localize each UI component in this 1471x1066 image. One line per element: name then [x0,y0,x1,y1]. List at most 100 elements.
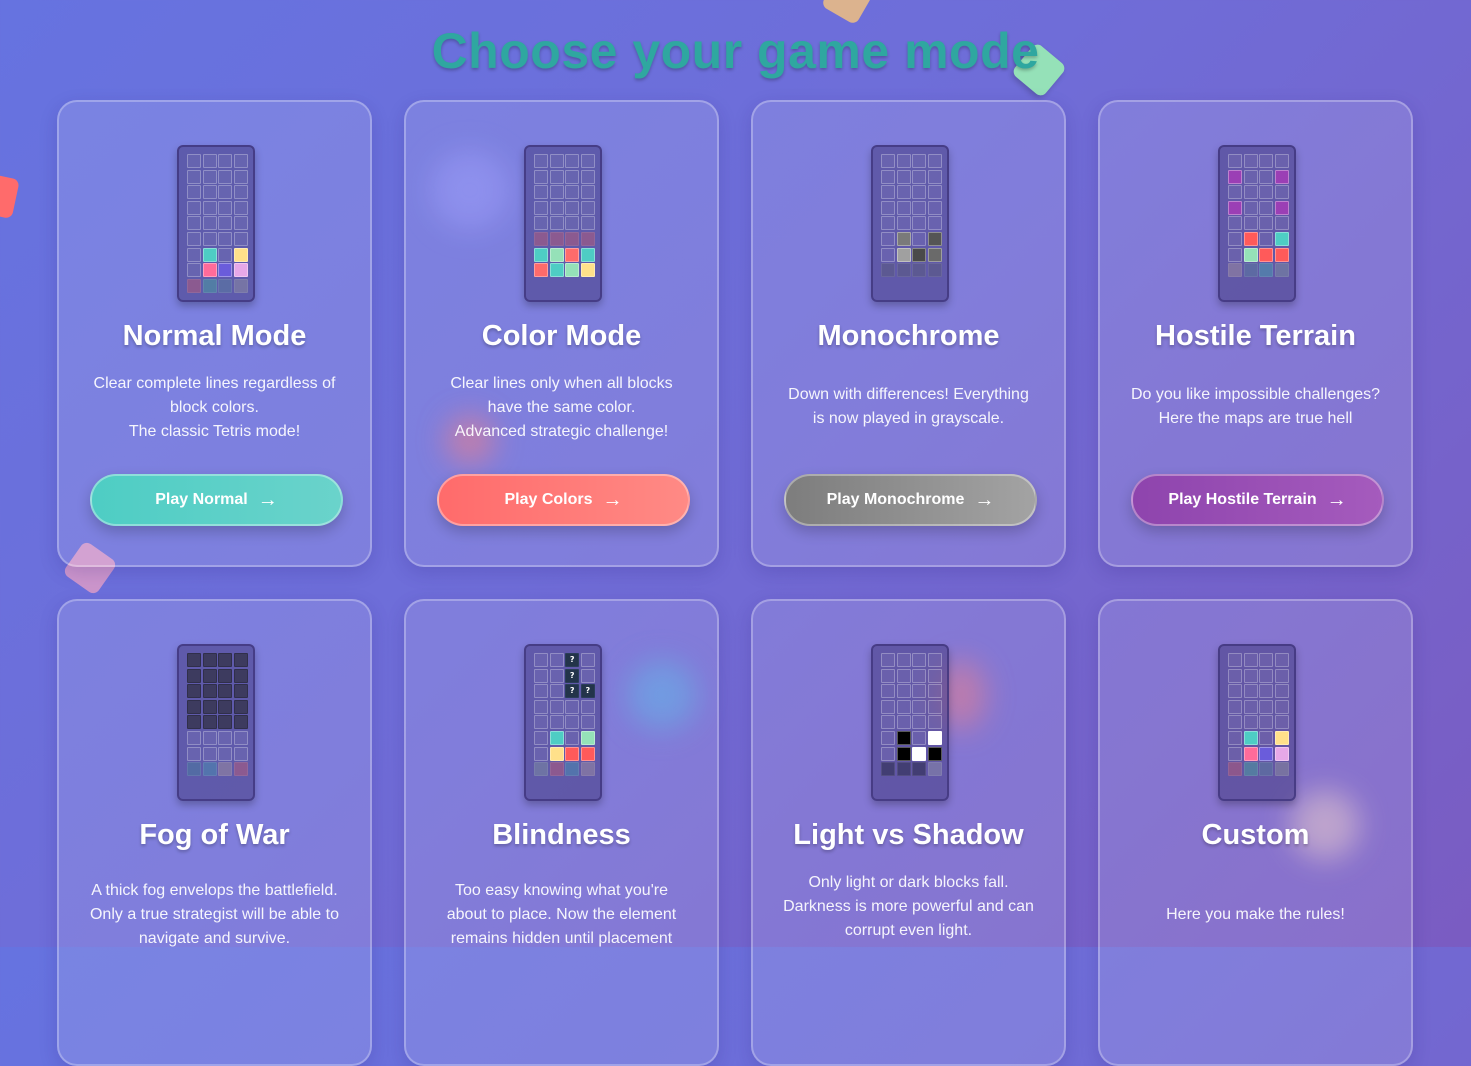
card-description-line: is now played in grayscale. [812,410,1005,427]
board-cell: ? [580,684,595,699]
card-description: Do you like impossible challenges? Here t… [1120,383,1391,431]
board-cell [927,684,942,699]
board-cell [912,715,927,730]
board-cell [912,730,927,745]
card-description-line: Darkness is more powerful and can [783,898,1034,915]
board-cell [896,154,911,168]
board-cell [565,247,580,262]
board-cell [233,762,248,777]
board-cell [534,746,548,761]
board-cell: ? [565,668,580,683]
board-cell [202,185,217,200]
arrow-right-icon: → [1326,489,1347,511]
card-description-line: navigate and survive. [138,930,291,947]
mode-card-light-vs-shadow[interactable]: Light vs Shadow Only light or dark blocks… [751,599,1066,1066]
board-cell [881,263,895,278]
board-cell [1243,169,1258,184]
card-description-line: The classic Tetris mode! [128,423,301,440]
board-cell [1274,154,1289,168]
mode-card-custom[interactable]: Custom Here you make the rules! [1098,599,1413,1066]
board-cell [202,231,217,246]
mode-card-hostile-terrain[interactable]: Hostile Terrain Do you like impossible ch… [1098,100,1413,567]
board-preview [524,145,602,302]
board-cell [1243,699,1258,714]
card-description: A thick fog envelops the battlefield. Onl… [79,879,350,951]
board-cell [549,746,564,761]
board-cell [1243,216,1258,231]
board-preview [871,644,949,801]
board-cell [534,684,548,699]
board-cell [1228,746,1242,761]
card-description: Here you make the rules! [1120,903,1391,927]
board-cell [1274,200,1289,215]
mode-card-blindness[interactable]: ???? Blindness Too easy knowing what you'r… [404,599,719,1066]
board-cell [927,263,942,278]
board-cell [1243,653,1258,667]
mode-card-colors[interactable]: Color Mode Clear lines only when all bloc… [404,100,719,567]
board-cell [1228,154,1242,168]
card-title: Monochrome [817,320,1000,352]
board-cell [1243,668,1258,683]
board-cell [549,715,564,730]
card-description-line: Here you make the rules! [1166,906,1345,923]
board-cell [1228,668,1242,683]
board-cell [233,746,248,761]
board-cell [187,668,201,683]
board-cell [580,746,595,761]
mode-card-normal[interactable]: Normal Mode Clear complete lines regardle… [57,100,372,567]
board-cell [896,699,911,714]
board-cell [202,715,217,730]
board-cell [565,169,580,184]
board-cell [187,169,201,184]
board-cell [233,231,248,246]
board-preview [1218,145,1296,302]
board-cell [187,231,201,246]
board-cell [1274,762,1289,777]
board-cell [218,715,233,730]
board-cell [1228,730,1242,745]
board-cell [881,216,895,231]
mode-card-monochrome[interactable]: Monochrome Down with differences! Everyth… [751,100,1066,567]
play-hostile-terrain-button[interactable]: Play Hostile Terrain → [1131,474,1384,526]
board-cell [1259,169,1274,184]
board-cell [1259,699,1274,714]
board-cell [549,185,564,200]
board-cell [202,263,217,278]
board-cell [912,762,927,777]
board-cell [1259,185,1274,200]
board-cell: ? [565,653,580,667]
board-cell [202,684,217,699]
board-cell [1259,762,1274,777]
play-normal-button[interactable]: Play Normal → [90,474,343,526]
board-cell [912,185,927,200]
board-cell [1259,154,1274,168]
card-description-line: A thick fog envelops the battlefield. [91,882,338,899]
board-cell [1243,715,1258,730]
board-cell [202,730,217,745]
play-monochrome-button[interactable]: Play Monochrome → [784,474,1037,526]
play-colors-button[interactable]: Play Colors → [437,474,690,526]
play-button-label: Play Normal [155,491,248,508]
board-cell [1274,730,1289,745]
board-cell [580,668,595,683]
board-cell [549,668,564,683]
card-description-line: Here the maps are true hell [1158,410,1353,427]
board-cell [1228,247,1242,262]
mode-card-fog-of-war[interactable]: Fog of War A thick fog envelops the battl… [57,599,372,1066]
arrow-right-icon: → [974,489,995,511]
card-description-line: about to place. Now the element [446,906,677,923]
board-cell [202,653,217,667]
board-cell [218,231,233,246]
board-cell [534,699,548,714]
board-cell [881,746,895,761]
board-cell [927,185,942,200]
board-cell [580,154,595,168]
board-cell [233,263,248,278]
board-cell [549,762,564,777]
board-cell [1228,762,1242,777]
card-title: Custom [1201,819,1310,851]
board-cell [1228,653,1242,667]
board-cell [1259,263,1274,278]
board-cell [1228,231,1242,246]
board-cell [1274,185,1289,200]
